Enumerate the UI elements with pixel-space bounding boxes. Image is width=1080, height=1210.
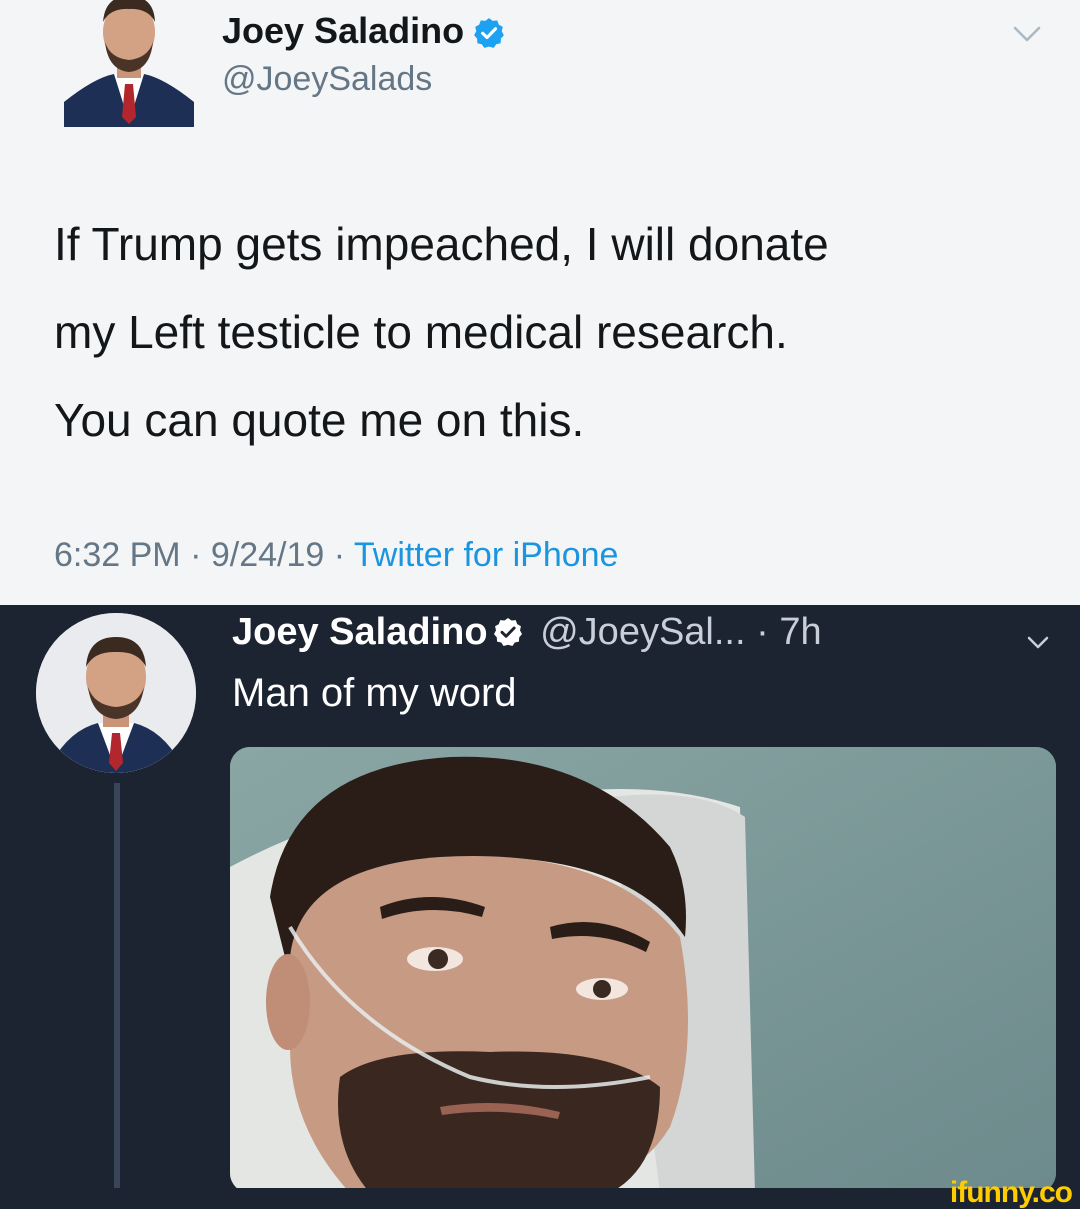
reply-author-handle[interactable]: @JoeySal... (540, 611, 745, 653)
tweet-text: If Trump gets impeached, I will donate m… (54, 200, 1044, 464)
bottom-bar (0, 1188, 1080, 1209)
chevron-down-icon[interactable] (1012, 24, 1042, 44)
verified-badge-icon (474, 18, 504, 49)
tweet-text-line: If Trump gets impeached, I will donate (54, 218, 829, 270)
reply-media-photo[interactable] (230, 747, 1056, 1193)
tweet-timestamp[interactable]: 6:32 PM · 9/24/19 · (54, 536, 345, 574)
reply-author-name[interactable]: Joey Saladino (232, 611, 488, 653)
author-name[interactable]: Joey Saladino (222, 10, 506, 52)
reply-text: Man of my word (232, 671, 517, 715)
reply-author-avatar[interactable] (36, 613, 196, 773)
author-name-text[interactable]: Joey Saladino (222, 10, 464, 51)
author-handle[interactable]: @JoeySalads (222, 60, 432, 99)
verified-badge-icon (493, 618, 522, 646)
tweet-meta: 6:32 PM · 9/24/19 · Twitter for iPhone (54, 536, 618, 575)
thread-line (114, 783, 120, 1193)
tweet-text-line: You can quote me on this. (54, 394, 585, 446)
tweet-text-line: my Left testicle to medical research. (54, 306, 788, 358)
reply-timestamp[interactable]: · 7h (756, 611, 821, 653)
chevron-down-icon[interactable] (1026, 635, 1050, 651)
author-avatar[interactable] (64, 0, 194, 127)
ifunny-watermark: ifunny.co (949, 1176, 1073, 1209)
reply-tweet: Joey Saladino @JoeySal... · 7h Man of my… (0, 605, 1080, 1209)
tweet-source[interactable]: Twitter for iPhone (354, 536, 619, 574)
reply-header: Joey Saladino @JoeySal... · 7h (232, 611, 822, 654)
original-tweet: Joey Saladino @JoeySalads If Trump gets … (0, 0, 1080, 605)
